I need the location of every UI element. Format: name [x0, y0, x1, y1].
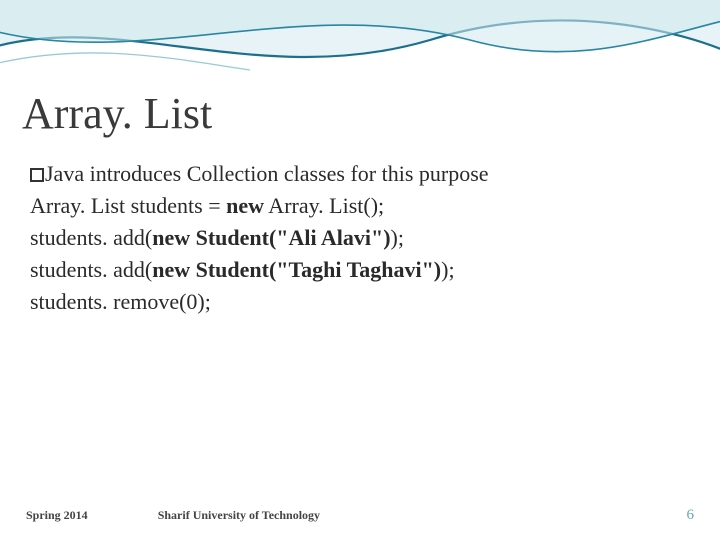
code-keyword: new [226, 193, 264, 218]
slide-title: Array. List [22, 88, 212, 139]
code-keyword: new Student("Taghi Taghavi") [152, 257, 441, 282]
code-text: Array. List students = [30, 193, 226, 218]
bullet-line: Java introduces Collection classes for t… [30, 158, 690, 190]
code-line-1: Array. List students = new Array. List()… [30, 190, 690, 222]
code-text: students. add( [30, 225, 152, 250]
wave-svg [0, 0, 720, 100]
code-text: ); [391, 225, 404, 250]
code-text: ); [441, 257, 454, 282]
code-text: Array. List(); [264, 193, 384, 218]
header-wave-decoration [0, 0, 720, 100]
code-text: students. add( [30, 257, 152, 282]
code-line-3: students. add(new Student("Taghi Taghavi… [30, 254, 690, 286]
slide-body: Java introduces Collection classes for t… [30, 158, 690, 317]
footer-term: Spring 2014 [26, 508, 88, 523]
slide-number: 6 [687, 507, 695, 524]
bullet-text: Java introduces Collection classes for t… [45, 161, 489, 186]
code-keyword: new Student("Ali Alavi") [152, 225, 390, 250]
footer-institution: Sharif University of Technology [158, 508, 320, 523]
slide-footer: Spring 2014 Sharif University of Technol… [0, 507, 720, 524]
code-line-2: students. add(new Student("Ali Alavi")); [30, 222, 690, 254]
code-line-4: students. remove(0); [30, 286, 690, 318]
bullet-icon [30, 168, 44, 182]
